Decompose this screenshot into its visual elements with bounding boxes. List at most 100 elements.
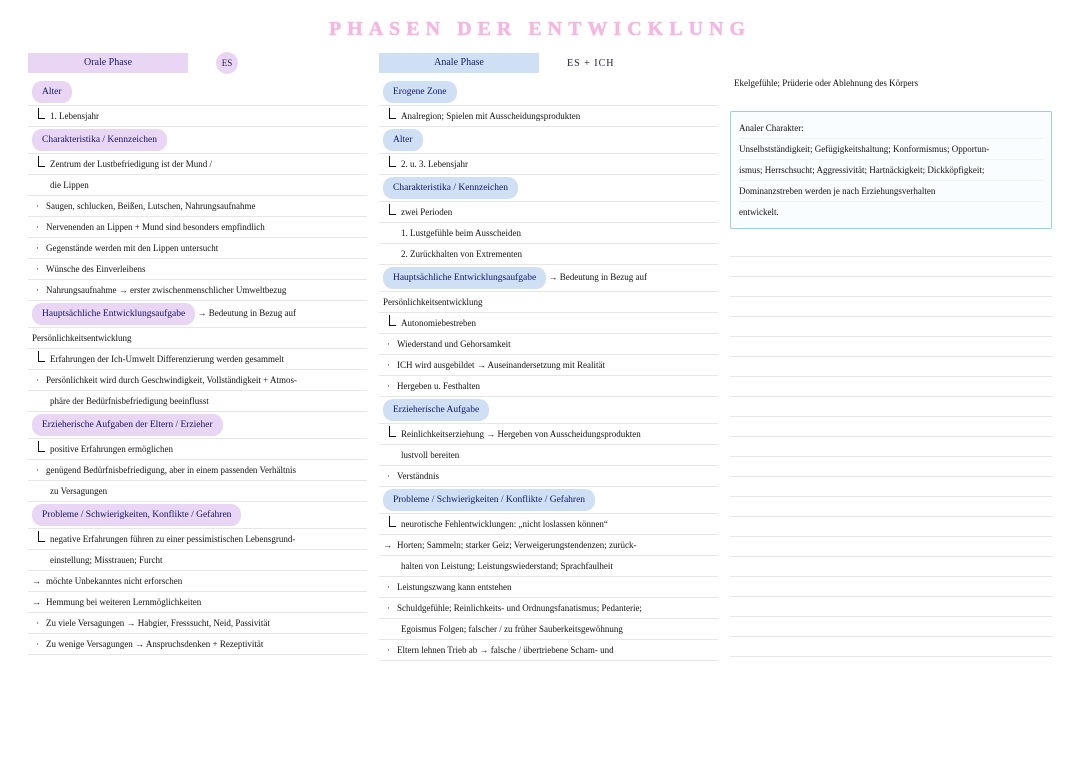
pill-alter: Alter — [383, 129, 423, 151]
note-line: halten von Leistung; Leistungswiederstan… — [379, 556, 718, 577]
note-line: Schuldgefühle; Reinlichkeits- und Ordnun… — [379, 598, 718, 619]
pill-charakteristika: Charakteristika / Kennzeichen — [32, 129, 167, 151]
pill-entwicklungsaufgabe: Hauptsächliche Entwicklungsaufgabe — [383, 267, 546, 289]
section: Probleme / Schwierigkeiten, Konflikte / … — [28, 502, 367, 529]
section: Hauptsächliche Entwicklungsaufgabe → Bed… — [379, 265, 718, 292]
box-line: Dominanzstreben werden je nach Erziehung… — [739, 181, 1043, 202]
note-line: zwei Perioden — [379, 202, 718, 223]
section: Charakteristika / Kennzeichen — [28, 127, 367, 154]
note-line: einstellung; Misstrauen; Furcht — [28, 550, 367, 571]
note-line: positive Erfahrungen ermöglichen — [28, 439, 367, 460]
box-line: ismus; Herrschsucht; Aggressivität; Hart… — [739, 160, 1043, 181]
note-line: möchte Unbekanntes nicht erforschen — [28, 571, 367, 592]
section: Probleme / Schwierigkeiten / Konflikte /… — [379, 487, 718, 514]
pill-probleme: Probleme / Schwierigkeiten, Konflikte / … — [32, 504, 241, 526]
pill-erogene: Erogene Zone — [383, 81, 457, 103]
column-anale-phase: Anale Phase ES + ICH Erogene Zone Analre… — [379, 53, 718, 661]
note-line: die Lippen — [28, 175, 367, 196]
empty-line — [730, 597, 1052, 617]
empty-line — [730, 477, 1052, 497]
note-line: Hemmung bei weiteren Lernmöglichkeiten — [28, 592, 367, 613]
note-line: Saugen, schlucken, Beißen, Lutschen, Nah… — [28, 196, 367, 217]
note-line: Verständnis — [379, 466, 718, 487]
note-line: negative Erfahrungen führen zu einer pes… — [28, 529, 367, 550]
empty-line — [730, 537, 1052, 557]
note-line: Persönlichkeitsentwicklung — [28, 328, 367, 349]
ribbon-label: Anale Phase — [379, 53, 539, 73]
note-line: Hergeben u. Festhalten — [379, 376, 718, 397]
note-line: Analregion; Spielen mit Ausscheidungspro… — [379, 106, 718, 127]
note-line: Leistungszwang kann entstehen — [379, 577, 718, 598]
note-line: 2. Zurückhalten von Extrementen — [379, 244, 718, 265]
section: Hauptsächliche Entwicklungsaufgabe → Bed… — [28, 301, 367, 328]
pill-erzieherisch: Erzieherische Aufgabe — [383, 399, 489, 421]
empty-line — [730, 517, 1052, 537]
badge-es: ES — [216, 52, 238, 74]
box-line: Analer Charakter: — [739, 118, 1043, 139]
note-line: Wiederstand und Gehorsamkeit — [379, 334, 718, 355]
note-line: Eltern lehnen Trieb ab → falsche / übert… — [379, 640, 718, 661]
note-line: Persönlichkeit wird durch Geschwindigkei… — [28, 370, 367, 391]
box-line: entwickelt. — [739, 202, 1043, 222]
empty-line — [730, 237, 1052, 257]
note-line: 1. Lebensjahr — [28, 106, 367, 127]
pill-alter: Alter — [32, 81, 72, 103]
empty-line — [730, 417, 1052, 437]
note-line: Zu viele Versagungen → Habgier, Fresssuc… — [28, 613, 367, 634]
ribbon-orale: Orale Phase ES — [28, 53, 367, 73]
columns: Orale Phase ES Alter 1. Lebensjahr Chara… — [0, 53, 1080, 661]
empty-line — [730, 637, 1052, 657]
note-line: Nahrungsaufnahme → erster zwischenmensch… — [28, 280, 367, 301]
note-line: Zentrum der Lustbefriedigung ist der Mun… — [28, 154, 367, 175]
empty-line — [730, 377, 1052, 397]
info-box-analer-charakter: Analer Charakter: Unselbstständigkeit; G… — [730, 111, 1052, 229]
note-line: Gegenstände werden mit den Lippen unters… — [28, 238, 367, 259]
section: Alter — [379, 127, 718, 154]
note-line: Autonomiebestreben — [379, 313, 718, 334]
section: Erzieherische Aufgaben der Eltern / Erzi… — [28, 412, 367, 439]
note-line: Zu wenige Versagungen → Anspruchsdenken … — [28, 634, 367, 655]
page-title: PHASEN DER ENTWICKLUNG — [0, 18, 1080, 41]
empty-line — [730, 357, 1052, 377]
note-line: Nervenenden an Lippen + Mund sind besond… — [28, 217, 367, 238]
box-line: Unselbstständigkeit; Gefügigkeitshaltung… — [739, 139, 1043, 160]
ribbon-anale: Anale Phase ES + ICH — [379, 53, 718, 73]
note-line: neurotische Fehlentwicklungen: „nicht lo… — [379, 514, 718, 535]
section: Erogene Zone — [379, 79, 718, 106]
pill-after: → Bedeutung in Bezug auf — [548, 272, 646, 282]
column-extra: Ekelgefühle; Prüderie oder Ablehnung des… — [730, 53, 1052, 661]
empty-line — [730, 337, 1052, 357]
pill-after: → Bedeutung in Bezug auf — [198, 308, 296, 318]
empty-line — [730, 457, 1052, 477]
section: Alter — [28, 79, 367, 106]
note-line: 1. Lustgefühle beim Ausscheiden — [379, 223, 718, 244]
note-line: 2. u. 3. Lebensjahr — [379, 154, 718, 175]
empty-line — [730, 617, 1052, 637]
note-line: zu Versagungen — [28, 481, 367, 502]
note-line: Erfahrungen der Ich-Umwelt Differenzieru… — [28, 349, 367, 370]
empty-line — [730, 397, 1052, 417]
pill-charakteristika: Charakteristika / Kennzeichen — [383, 177, 518, 199]
tag-es-ich: ES + ICH — [567, 58, 615, 69]
empty-line — [730, 277, 1052, 297]
note-line: Horten; Sammeln; starker Geiz; Verweiger… — [379, 535, 718, 556]
note-line: lustvoll bereiten — [379, 445, 718, 466]
empty-line — [730, 437, 1052, 457]
note-line: Egoismus Folgen; falscher / zu früher Sa… — [379, 619, 718, 640]
section: Charakteristika / Kennzeichen — [379, 175, 718, 202]
empty-line — [730, 297, 1052, 317]
pill-probleme: Probleme / Schwierigkeiten / Konflikte /… — [383, 489, 595, 511]
pill-erzieherisch: Erzieherische Aufgaben der Eltern / Erzi… — [32, 414, 223, 436]
pill-entwicklungsaufgabe: Hauptsächliche Entwicklungsaufgabe — [32, 303, 195, 325]
empty-line — [730, 557, 1052, 577]
empty-line — [730, 577, 1052, 597]
section: Erzieherische Aufgabe — [379, 397, 718, 424]
note-line: Reinlichkeitserziehung → Hergeben von Au… — [379, 424, 718, 445]
empty-line — [730, 257, 1052, 277]
note-line: Ekelgefühle; Prüderie oder Ablehnung des… — [730, 73, 1052, 93]
empty-line — [730, 317, 1052, 337]
note-line: ICH wird ausgebildet → Auseinandersetzun… — [379, 355, 718, 376]
note-line: phäre der Bedürfnisbefriedigung beeinflu… — [28, 391, 367, 412]
ribbon-label: Orale Phase — [28, 53, 188, 73]
note-line: genügend Bedürfnisbefriedigung, aber in … — [28, 460, 367, 481]
